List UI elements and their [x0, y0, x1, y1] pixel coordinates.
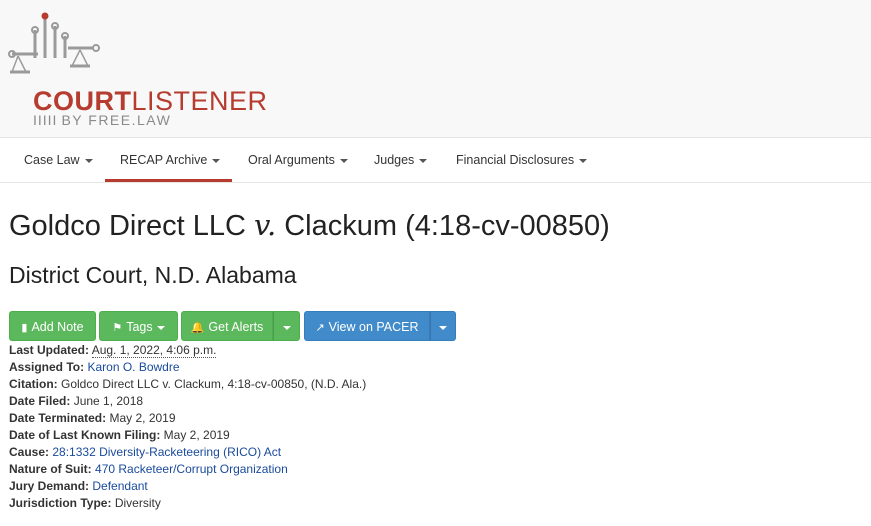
view-on-pacer-button[interactable]: ↗ View on PACER [304, 311, 430, 341]
caret-down-icon [439, 325, 447, 330]
add-note-label: Add Note [31, 320, 84, 334]
view-on-pacer-dropdown-toggle[interactable] [430, 311, 456, 341]
detail-assigned-to: Assigned To: Karon O. Bowdre [9, 359, 366, 376]
case-title-defendant: Clackum (4:18-cv-00850) [284, 210, 610, 242]
add-note-button[interactable]: ▮ Add Note [9, 311, 96, 341]
caret-down-icon [339, 158, 348, 163]
tags-icon: ⚑ [112, 322, 123, 334]
view-on-pacer-label: View on PACER [328, 320, 419, 334]
nav-recap-archive[interactable]: RECAP Archive [105, 138, 232, 182]
detail-last-updated: Last Updated: Aug. 1, 2022, 4:06 p.m. [9, 342, 366, 359]
last-updated-value: Aug. 1, 2022, 4:06 p.m. [91, 343, 217, 358]
site-header: COURTLISTENER IIIII BY FREE.LAW [0, 0, 871, 138]
get-alerts-label: Get Alerts [208, 320, 264, 334]
detail-last-known-filing: Date of Last Known Filing: May 2, 2019 [9, 427, 366, 444]
detail-citation: Citation: Goldco Direct LLC v. Clackum, … [9, 376, 366, 393]
get-alerts-button[interactable]: 🔔 Get Alerts [181, 311, 273, 341]
nav-financial-disclosures-label: Financial Disclosures [456, 153, 575, 167]
logo-subtitle: IIIII BY FREE.LAW [33, 112, 171, 128]
detail-date-terminated: Date Terminated: May 2, 2019 [9, 410, 366, 427]
nav-oral-arguments[interactable]: Oral Arguments [248, 138, 348, 182]
detail-label: Jury Demand: [9, 479, 90, 493]
jurisdiction-type-value: Diversity [114, 496, 161, 510]
detail-label: Nature of Suit: [9, 462, 92, 476]
detail-label: Citation: [9, 377, 58, 391]
case-title: Goldco Direct LLC v. Clackum (4:18-cv-00… [9, 208, 610, 243]
court-name: District Court, N.D. Alabama [9, 262, 297, 288]
detail-jurisdiction-type: Jurisdiction Type: Diversity [9, 495, 366, 512]
detail-label: Date Terminated: [9, 411, 107, 425]
date-terminated-value: May 2, 2019 [109, 411, 176, 425]
caret-down-icon [419, 158, 428, 163]
nav-case-law[interactable]: Case Law [24, 138, 93, 182]
nav-judges-label: Judges [374, 153, 415, 167]
external-link-icon: ↗ [315, 322, 325, 334]
detail-nature-of-suit: Nature of Suit: 470 Racketeer/Corrupt Or… [9, 461, 366, 478]
citation-value: Goldco Direct LLC v. Clackum, 4:18-cv-00… [61, 377, 367, 391]
nav-judges[interactable]: Judges [374, 138, 428, 182]
caret-down-icon [212, 158, 221, 163]
case-title-plaintiff: Goldco Direct LLC [9, 210, 246, 242]
detail-cause: Cause: 28:1332 Diversity-Racketeering (R… [9, 444, 366, 461]
detail-label: Jurisdiction Type: [9, 496, 112, 510]
logo-bars: IIIII [33, 112, 58, 128]
case-title-versus: v. [254, 208, 277, 242]
last-known-filing-value: May 2, 2019 [163, 428, 230, 442]
caret-down-icon [156, 325, 165, 330]
detail-label: Cause: [9, 445, 50, 459]
detail-jury-demand: Jury Demand: Defendant [9, 478, 366, 495]
nav-financial-disclosures[interactable]: Financial Disclosures [456, 138, 588, 182]
cause-link[interactable]: 28:1332 Diversity-Racketeering (RICO) Ac… [52, 445, 281, 459]
caret-down-icon [84, 158, 93, 163]
caret-down-icon [579, 158, 588, 163]
get-alerts-dropdown-toggle[interactable] [273, 311, 300, 341]
nav-oral-arguments-label: Oral Arguments [248, 153, 335, 167]
bookmark-icon: ▮ [21, 322, 28, 334]
detail-date-filed: Date Filed: June 1, 2018 [9, 393, 366, 410]
courtlistener-logo[interactable]: COURTLISTENER IIIII BY FREE.LAW [8, 12, 268, 132]
detail-label: Last Updated: [9, 343, 90, 357]
nav-case-law-label: Case Law [24, 153, 80, 167]
detail-label: Date of Last Known Filing: [9, 428, 161, 442]
main-nav: Case Law RECAP Archive Oral Arguments Ju… [0, 138, 871, 183]
bell-icon: 🔔 [190, 322, 205, 334]
tags-label: Tags [126, 320, 153, 334]
assigned-judge-link[interactable]: Karon O. Bowdre [87, 360, 179, 374]
detail-label: Assigned To: [9, 360, 85, 374]
scales-icon [8, 12, 100, 74]
detail-label: Date Filed: [9, 394, 71, 408]
caret-down-icon [282, 325, 291, 330]
logo-by-free-law: BY FREE.LAW [61, 112, 172, 128]
nav-recap-archive-label: RECAP Archive [120, 153, 208, 167]
date-filed-value: June 1, 2018 [73, 394, 144, 408]
nature-of-suit-link[interactable]: 470 Racketeer/Corrupt Organization [95, 462, 288, 476]
jury-demand-link[interactable]: Defendant [92, 479, 147, 493]
tags-button[interactable]: ⚑ Tags [99, 311, 178, 341]
case-details: Last Updated: Aug. 1, 2022, 4:06 p.m. As… [9, 342, 366, 512]
